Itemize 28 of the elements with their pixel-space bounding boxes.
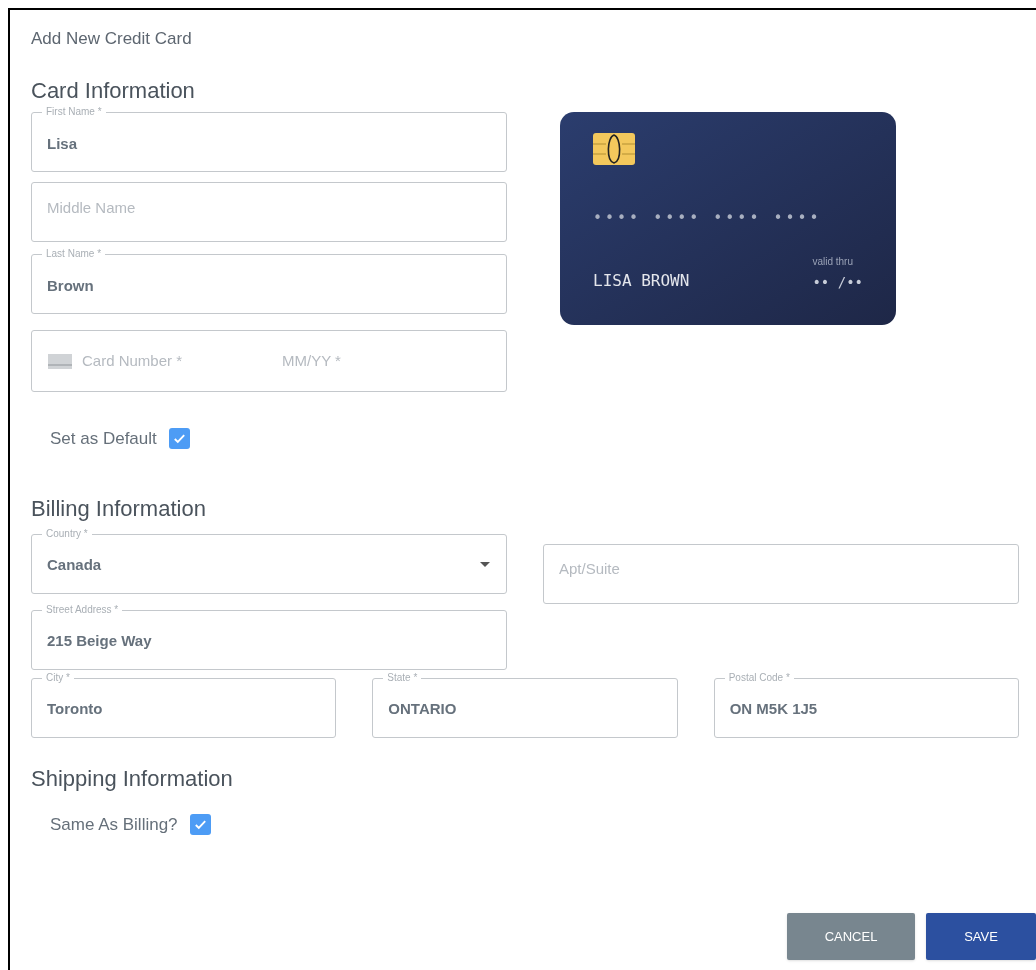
section-heading: Card Information [31, 77, 196, 102]
checkbox-label: Same As Billing? [50, 813, 178, 836]
field-label: Last Name * [42, 247, 106, 260]
credit-card-icon [48, 353, 72, 369]
checkbox[interactable] [189, 813, 211, 835]
dialog-title: Add New Credit Card [31, 28, 193, 48]
field-label: Country * [42, 526, 92, 540]
card-number-input[interactable]: Card Number * [82, 349, 272, 373]
field-label: Postal Code * [724, 670, 794, 684]
chip-icon [593, 133, 635, 165]
text-field[interactable]: Middle Name [31, 182, 507, 242]
dropdown-caret-icon [480, 561, 490, 567]
expiry-input[interactable]: MM/YY * [282, 349, 402, 373]
checkbox-label: Set as Default [50, 428, 157, 450]
field-label: Street Address * [42, 602, 123, 616]
card-number: •••• •••• •••• •••• [593, 208, 823, 229]
section-heading: Billing Information [31, 494, 207, 520]
section-heading: Shipping Information [31, 764, 234, 790]
field-label: State * [383, 670, 422, 684]
valid-thru-label: valid thru [812, 254, 853, 269]
checkbox[interactable] [168, 428, 190, 450]
card-expiry: •• /•• [812, 272, 863, 292]
save-button[interactable]: SAVE [926, 913, 1036, 960]
cancel-button[interactable]: CANCEL [787, 913, 915, 960]
text-field[interactable]: Apt/Suite [543, 543, 1019, 604]
field-label: First Name * [42, 105, 106, 118]
field-label: City * [42, 670, 74, 684]
cardholder-name: LISA BROWN [593, 269, 691, 292]
